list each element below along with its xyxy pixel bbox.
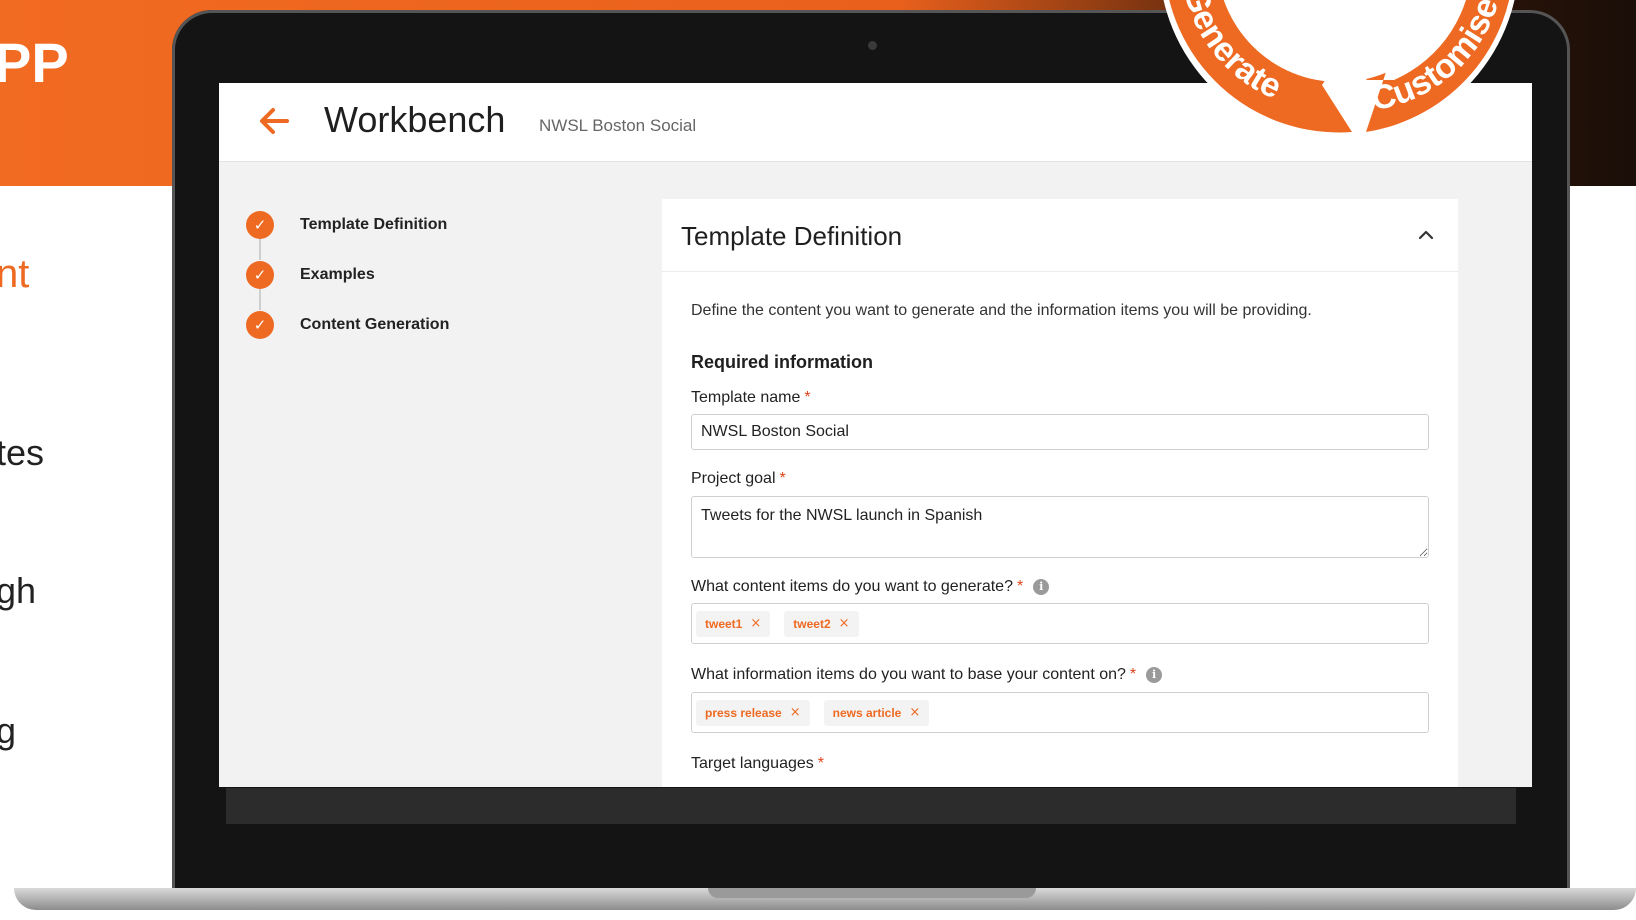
step-label: Template Definition <box>300 216 448 233</box>
label-text: What content items do you want to genera… <box>691 578 1013 595</box>
stepper-connector <box>259 238 261 260</box>
template-name-input[interactable] <box>691 414 1429 450</box>
required-marker: * <box>1016 578 1024 595</box>
step-label: Examples <box>300 266 375 283</box>
remove-tag-icon[interactable]: × <box>909 705 920 720</box>
back-arrow-icon[interactable] <box>255 101 295 141</box>
tag-label: news article <box>832 705 902 720</box>
slide-title-fragment: PP <box>0 31 69 94</box>
remove-tag-icon[interactable]: × <box>790 705 801 720</box>
check-icon: ✓ <box>246 261 274 289</box>
screen-bottom-bezel <box>226 788 1516 824</box>
information-items-label: What information items do you want to ba… <box>691 666 1163 684</box>
step-content-generation[interactable]: ✓ Content Generation <box>246 310 449 340</box>
required-marker: * <box>1129 666 1137 683</box>
info-icon[interactable]: i <box>1033 579 1050 595</box>
content-items-tag-input[interactable]: tweet1 × tweet2 × <box>691 603 1429 644</box>
required-marker: * <box>817 755 824 772</box>
slide-accent-fragment: nt <box>0 252 30 296</box>
tag-chip: tweet2 × <box>784 610 859 637</box>
project-goal-textarea[interactable]: Tweets for the NWSL launch in Spanish <box>691 496 1429 558</box>
tag-chip: press release × <box>696 699 810 726</box>
panel-header: Template Definition <box>662 199 1458 272</box>
panel-title: Template Definition <box>681 221 903 251</box>
section-heading: Required information <box>691 352 874 372</box>
template-definition-panel: Template Definition Define the content y… <box>662 199 1458 787</box>
required-marker: * <box>804 389 811 406</box>
app-screen: Workbench NWSL Boston Social ✓ Template … <box>219 83 1532 787</box>
label-text: What information items do you want to ba… <box>691 666 1126 683</box>
laptop-base-notch <box>708 888 1036 898</box>
step-template-definition[interactable]: ✓ Template Definition <box>246 210 447 240</box>
tag-label: press release <box>705 705 782 720</box>
stepper-connector <box>259 288 261 310</box>
tag-chip: news article × <box>823 699 930 726</box>
label-text: Project goal <box>691 470 776 487</box>
chevron-up-icon <box>1418 230 1434 240</box>
generate-customise-badge: Generate Customise <box>1163 0 1515 140</box>
tag-label: tweet1 <box>705 616 743 631</box>
panel-description: Define the content you want to generate … <box>691 302 1312 319</box>
slide-text-line: tes <box>0 432 45 473</box>
label-text: Template name <box>691 389 801 406</box>
check-icon: ✓ <box>246 311 274 339</box>
collapse-button[interactable] <box>1412 221 1440 249</box>
page-title: Workbench <box>324 99 506 140</box>
tag-label: tweet2 <box>793 616 831 631</box>
content-items-label: What content items do you want to genera… <box>691 578 1050 596</box>
required-marker: * <box>779 470 786 487</box>
slide-text-line: g <box>0 710 17 751</box>
remove-tag-icon[interactable]: × <box>839 616 850 631</box>
step-label: Content Generation <box>300 316 450 333</box>
check-icon: ✓ <box>246 211 274 239</box>
project-goal-label: Project goal * <box>691 470 786 488</box>
arrow-left-icon <box>260 108 289 134</box>
template-name-label: Template name * <box>691 389 811 407</box>
step-examples[interactable]: ✓ Examples <box>246 260 375 290</box>
page-subtitle: NWSL Boston Social <box>539 116 697 135</box>
camera-icon <box>868 41 877 50</box>
label-text: Target languages <box>691 755 814 772</box>
information-items-tag-input[interactable]: press release × news article × <box>691 692 1429 733</box>
info-icon[interactable]: i <box>1146 667 1163 683</box>
remove-tag-icon[interactable]: × <box>750 616 761 631</box>
target-languages-label: Target languages * <box>691 755 824 773</box>
tag-chip: tweet1 × <box>696 610 771 637</box>
slide-text-line: gh <box>0 570 37 611</box>
